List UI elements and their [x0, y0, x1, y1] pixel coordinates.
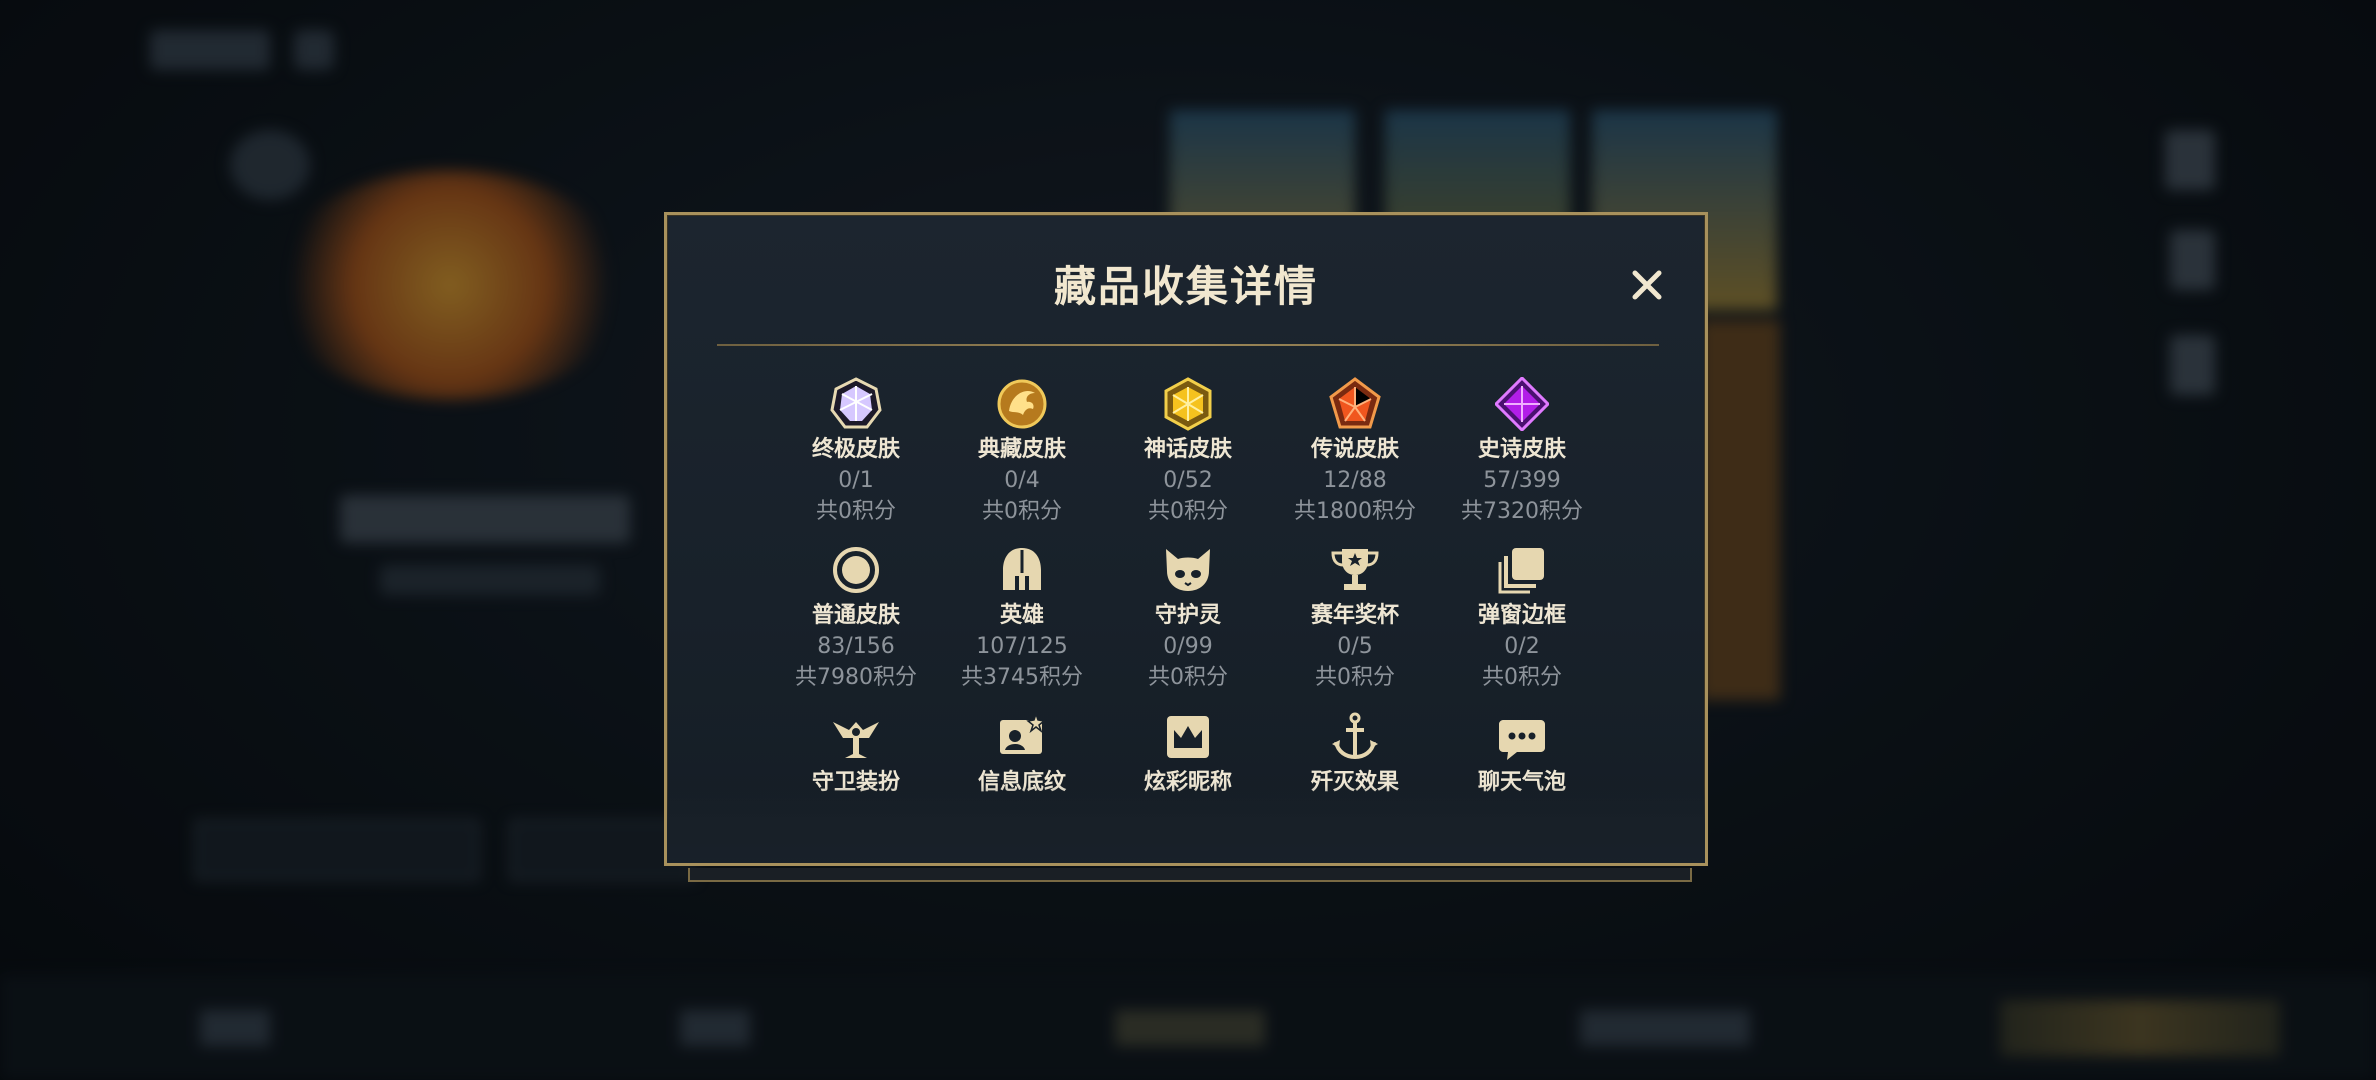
item-points: 共0积分	[982, 499, 1062, 524]
item-points: 共0积分	[816, 499, 896, 524]
collection-details-modal: 藏品收集详情 终极皮肤 0/1 共0积分 典藏皮肤 0/4 共0积分 神话皮肤 …	[664, 212, 1708, 866]
orange-gem-icon	[1329, 377, 1381, 429]
chat-bubble-icon	[1499, 720, 1545, 760]
item-name: 传说皮肤	[1310, 437, 1399, 462]
item-ultimate-skin[interactable]: 终极皮肤 0/1 共0积分	[781, 377, 931, 527]
modal-title: 藏品收集详情	[1053, 262, 1318, 311]
purple-gem-icon	[1495, 377, 1549, 431]
item-points: 共0积分	[1482, 665, 1562, 690]
item-count: 57/399	[1483, 468, 1561, 493]
item-normal-skin[interactable]: 普通皮肤 83/156 共7980积分	[781, 543, 931, 693]
item-collector-skin[interactable]: 典藏皮肤 0/4 共0积分	[947, 377, 1097, 527]
item-name: 神话皮肤	[1143, 437, 1232, 462]
item-heroes[interactable]: 英雄 107/125 共3745积分	[947, 543, 1097, 693]
item-count: 83/156	[817, 634, 895, 659]
item-guardian-spirit[interactable]: 守护灵 0/99 共0积分	[1113, 543, 1263, 693]
item-name: 终极皮肤	[811, 437, 900, 462]
item-count: 0/4	[1004, 468, 1040, 493]
anchor-icon	[1332, 712, 1378, 760]
item-mythic-skin[interactable]: 神话皮肤 0/52 共0积分	[1113, 377, 1263, 527]
prism-gem-icon	[830, 377, 882, 429]
guard-icon	[833, 722, 879, 758]
item-name: 普通皮肤	[811, 603, 900, 628]
item-points: 共7320积分	[1461, 499, 1583, 524]
item-count: 12/88	[1323, 468, 1387, 493]
item-count: 0/2	[1504, 634, 1540, 659]
item-name: 典藏皮肤	[977, 437, 1066, 462]
close-button[interactable]	[1622, 260, 1672, 310]
close-icon	[1632, 270, 1662, 300]
dragon-emblem-icon	[997, 379, 1047, 429]
item-name: 英雄	[999, 603, 1044, 628]
item-name: 赛年奖杯	[1310, 603, 1399, 628]
item-points: 共0积分	[1148, 499, 1228, 524]
spirit-face-icon	[1166, 549, 1210, 591]
item-name: 弹窗边框	[1477, 603, 1566, 628]
screen: 藏品收集详情 终极皮肤 0/1 共0积分 典藏皮肤 0/4 共0积分 神话皮肤 …	[0, 0, 2376, 1080]
item-points: 共0积分	[1315, 665, 1395, 690]
item-points: 共3745积分	[961, 665, 1083, 690]
ring-icon	[833, 547, 879, 593]
title-divider	[717, 344, 1659, 346]
stacked-frames-icon	[1498, 548, 1544, 594]
modal-base-trim	[688, 868, 1692, 882]
item-season-trophy[interactable]: 赛年奖杯 0/5 共0积分	[1280, 543, 1430, 693]
item-points: 共7980积分	[795, 665, 917, 690]
scroll-fade	[667, 785, 1705, 863]
gold-gem-icon	[1164, 377, 1212, 431]
item-count: 0/52	[1163, 468, 1213, 493]
item-epic-skin[interactable]: 史诗皮肤 57/399 共7320积分	[1447, 377, 1597, 527]
item-count: 0/1	[838, 468, 874, 493]
item-legend-skin[interactable]: 传说皮肤 12/88 共1800积分	[1280, 377, 1430, 527]
item-count: 0/99	[1163, 634, 1213, 659]
trophy-icon	[1331, 549, 1379, 590]
item-points: 共0积分	[1148, 665, 1228, 690]
info-card-icon	[1000, 711, 1046, 754]
item-count: 0/5	[1337, 634, 1373, 659]
item-points: 共1800积分	[1294, 499, 1416, 524]
item-name: 守护灵	[1154, 603, 1221, 628]
helmet-icon	[1003, 548, 1041, 590]
item-count: 107/125	[976, 634, 1068, 659]
crown-badge-icon	[1167, 716, 1209, 758]
item-popup-frame[interactable]: 弹窗边框 0/2 共0积分	[1447, 543, 1597, 693]
item-name: 史诗皮肤	[1477, 437, 1566, 462]
